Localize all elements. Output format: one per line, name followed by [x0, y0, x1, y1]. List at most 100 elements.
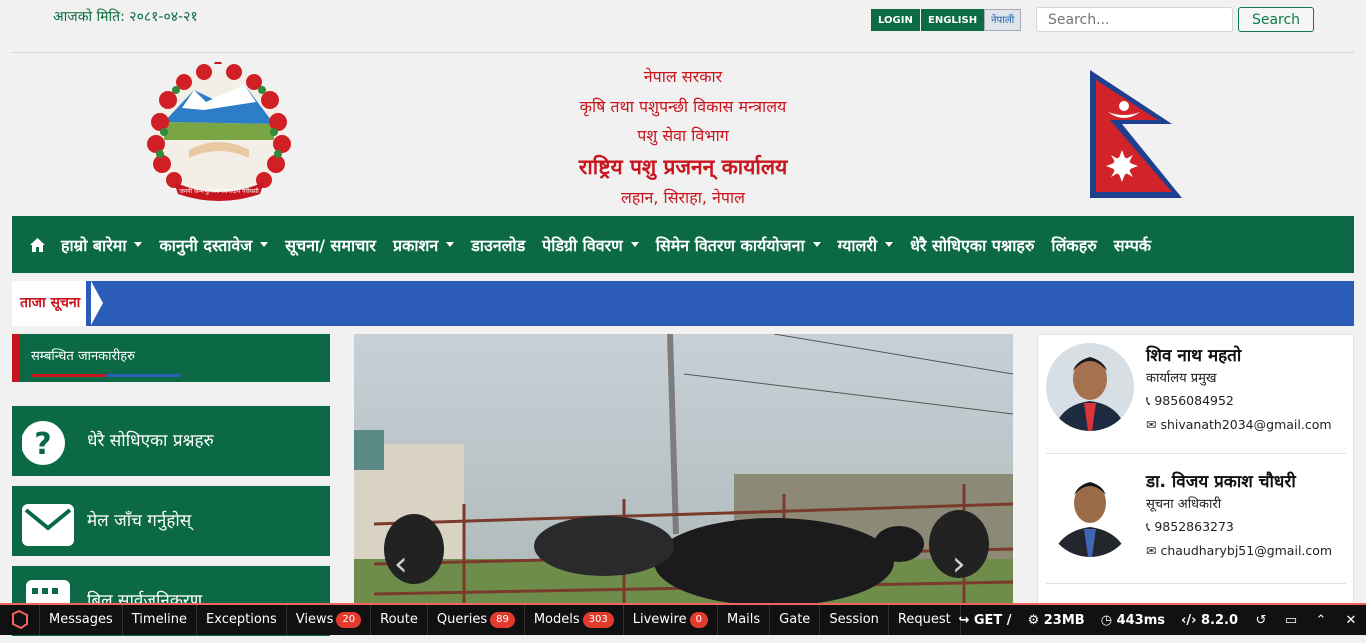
folder-icon[interactable]: ▭ — [1276, 613, 1306, 628]
debugbar-tab-badge: 303 — [582, 611, 614, 628]
debugbar-tab-label: Views — [295, 612, 334, 627]
debugbar-tab[interactable]: Timeline — [123, 605, 198, 635]
debugbar-tab-label: Exceptions — [206, 612, 277, 627]
slider-prev-button[interactable]: ‹ — [394, 544, 408, 584]
top-bar: आजको मिति: २०८१-०४-२१ LOGIN ENGLISH नेपा… — [0, 0, 1366, 52]
debugbar-tab[interactable]: Models 303 — [525, 605, 624, 635]
debugbar-tab-label: Gate — [779, 612, 811, 627]
debugbar-memory: ⚙ 23MB — [1027, 612, 1085, 628]
debugbar-tab[interactable]: Queries 89 — [428, 605, 525, 635]
staff-role: कार्यालय प्रमुख — [1146, 371, 1217, 386]
mail-check-card[interactable]: मेल जाँच गर्नुहोस् — [12, 486, 330, 556]
debugbar-php-version: ‹/› 8.2.0 — [1180, 612, 1238, 628]
svg-text:?: ? — [34, 427, 51, 462]
debugbar-tab-label: Queries — [436, 612, 488, 627]
faq-card-label: धेरै सोधिएका प्रश्नहरु — [87, 431, 214, 451]
staff-separator — [1046, 583, 1346, 584]
related-info-header: सम्बन्धित जानकारीहरु — [12, 334, 330, 382]
nav-item[interactable]: प्रकाशन — [392, 234, 455, 256]
government-name: नेपाल सरकार — [643, 67, 723, 86]
close-icon[interactable]: ✕ — [1336, 613, 1366, 628]
home-icon[interactable] — [30, 237, 45, 252]
nav-item-label: डाउनलोड — [471, 235, 526, 255]
staff-email[interactable]: ✉ shivanath2034@gmail.com — [1146, 417, 1332, 432]
debugbar-tabs: Messages Timeline Exceptions Views 20 Route Qu… — [40, 605, 961, 635]
current-date: आजको मिति: २०८१-०४-२१ — [53, 9, 198, 25]
nav-item-label: प्रकाशन — [392, 235, 439, 255]
nav-item[interactable]: लिंकहरु — [1051, 234, 1096, 256]
caret-down-icon — [812, 242, 821, 247]
search-button[interactable]: Search — [1238, 7, 1314, 32]
debugbar-tab-label: Livewire — [632, 612, 687, 627]
nav-item-label: सिमेन वितरण कार्ययोजना — [655, 235, 805, 255]
nav-item[interactable]: ग्यालरी — [837, 234, 894, 256]
staff-phone: 📞︎ 9856084952 — [1146, 393, 1234, 408]
nav-item[interactable]: डाउनलोड — [471, 234, 525, 256]
debugbar-tab-badge: 20 — [336, 611, 362, 628]
ministry-name: कृषि तथा पशुपन्छी विकास मन्त्रालय — [579, 96, 787, 116]
caret-down-icon — [260, 242, 269, 247]
staff-photo — [1046, 469, 1134, 557]
nav-item[interactable]: हाम्रो बारेमा — [61, 234, 143, 256]
nav-item[interactable]: पेडिग्री विवरण — [542, 234, 639, 256]
nav-item[interactable]: सिमेन वितरण कार्ययोजना — [656, 234, 821, 256]
debug-bar: Messages Timeline Exceptions Views 20 Route Qu… — [0, 603, 1366, 635]
search-input[interactable] — [1036, 7, 1233, 32]
debugbar-tab-label: Models — [533, 612, 580, 627]
chevron-up-icon[interactable]: ⌃ — [1306, 613, 1336, 628]
debugbar-tab[interactable]: Gate — [770, 605, 821, 635]
staff-phone: 📞︎ 9852863273 — [1146, 519, 1234, 534]
envelope-icon — [22, 496, 74, 548]
nav-item[interactable]: सूचना/ समाचार — [285, 234, 376, 256]
debugbar-tab[interactable]: Session — [820, 605, 889, 635]
header-divider — [12, 52, 1354, 53]
caret-down-icon — [885, 242, 894, 247]
nav-item-label: पेडिग्री विवरण — [542, 235, 623, 255]
debugbar-tab[interactable]: Route — [371, 605, 428, 635]
caret-down-icon — [446, 242, 455, 247]
main-navigation: हाम्रो बारेमा कानुनी दस्तावेज सूचना/ समाचा… — [12, 216, 1354, 273]
staff-email[interactable]: ✉ chaudharybj51@gmail.com — [1146, 543, 1332, 558]
debugbar-tab[interactable]: Livewire 0 — [624, 605, 718, 635]
nepal-flag-icon — [1088, 68, 1188, 202]
office-header: नेपाल सरकार कृषि तथा पशुपन्छी विकास मन्त… — [468, 62, 898, 212]
nav-item[interactable]: धेरै सोधिएका पश्नाहरु — [910, 234, 1034, 256]
nav-item[interactable]: सम्पर्क — [1114, 234, 1151, 256]
caret-down-icon — [134, 242, 143, 247]
office-name: राष्ट्रिय पशु प्रजनन् कार्यालय — [578, 154, 788, 179]
nav-item-label: धेरै सोधिएका पश्नाहरु — [910, 235, 1035, 255]
office-address: लहान, सिराहा, नेपाल — [621, 187, 745, 207]
debugbar-tab[interactable]: Mails — [718, 605, 771, 635]
nav-item[interactable]: कानुनी दस्तावेज — [159, 234, 269, 256]
related-info-underline — [31, 374, 181, 377]
staff-role: सूचना अधिकारी — [1146, 497, 1222, 512]
debugbar-tab-label: Route — [380, 612, 418, 627]
debugbar-tab-label: Session — [829, 612, 879, 627]
nav-item-label: ग्यालरी — [837, 235, 878, 255]
debugbar-time: ◷ 443ms — [1100, 612, 1165, 628]
nepali-language-button[interactable]: नेपाली — [984, 9, 1022, 31]
history-icon[interactable]: ↺ — [1246, 613, 1276, 628]
login-button[interactable]: LOGIN — [871, 9, 920, 31]
english-language-button[interactable]: ENGLISH — [921, 9, 985, 31]
debugbar-tab-badge: 89 — [490, 611, 515, 628]
slider-next-button[interactable]: › — [952, 544, 966, 584]
svg-text:जननी जन्मभूमिश्च स्वर्गादपि गर: जननी जन्मभूमिश्च स्वर्गादपि गरीयसी — [179, 187, 259, 195]
image-slider: ‹ › — [354, 334, 1013, 604]
debugbar-tab[interactable]: Messages — [40, 605, 123, 635]
nav-item-label: कानुनी दस्तावेज — [159, 235, 253, 255]
debugbar-request-method[interactable]: ↪ GET / — [950, 613, 1019, 628]
staff-photo — [1046, 343, 1134, 431]
news-ticker: ताजा सूचना — [12, 281, 1354, 326]
ticker-label: ताजा सूचना — [12, 281, 87, 326]
debugbar-tab[interactable]: Exceptions — [197, 605, 287, 635]
debugbar-tab[interactable]: Views 20 — [287, 605, 372, 635]
debugbar-tab-label: Messages — [49, 612, 113, 627]
staff-name: डा. विजय प्रकाश चौधरी — [1146, 472, 1296, 492]
question-circle-icon: ? — [21, 416, 74, 468]
nav-item-label: सूचना/ समाचार — [285, 235, 376, 255]
envelope-icon: ✉ — [1146, 543, 1161, 558]
faq-card[interactable]: ? धेरै सोधिएका प्रश्नहरु — [12, 406, 330, 476]
debugbar-logo-icon[interactable] — [0, 605, 40, 635]
debugbar-tab-label: Timeline — [131, 612, 188, 627]
